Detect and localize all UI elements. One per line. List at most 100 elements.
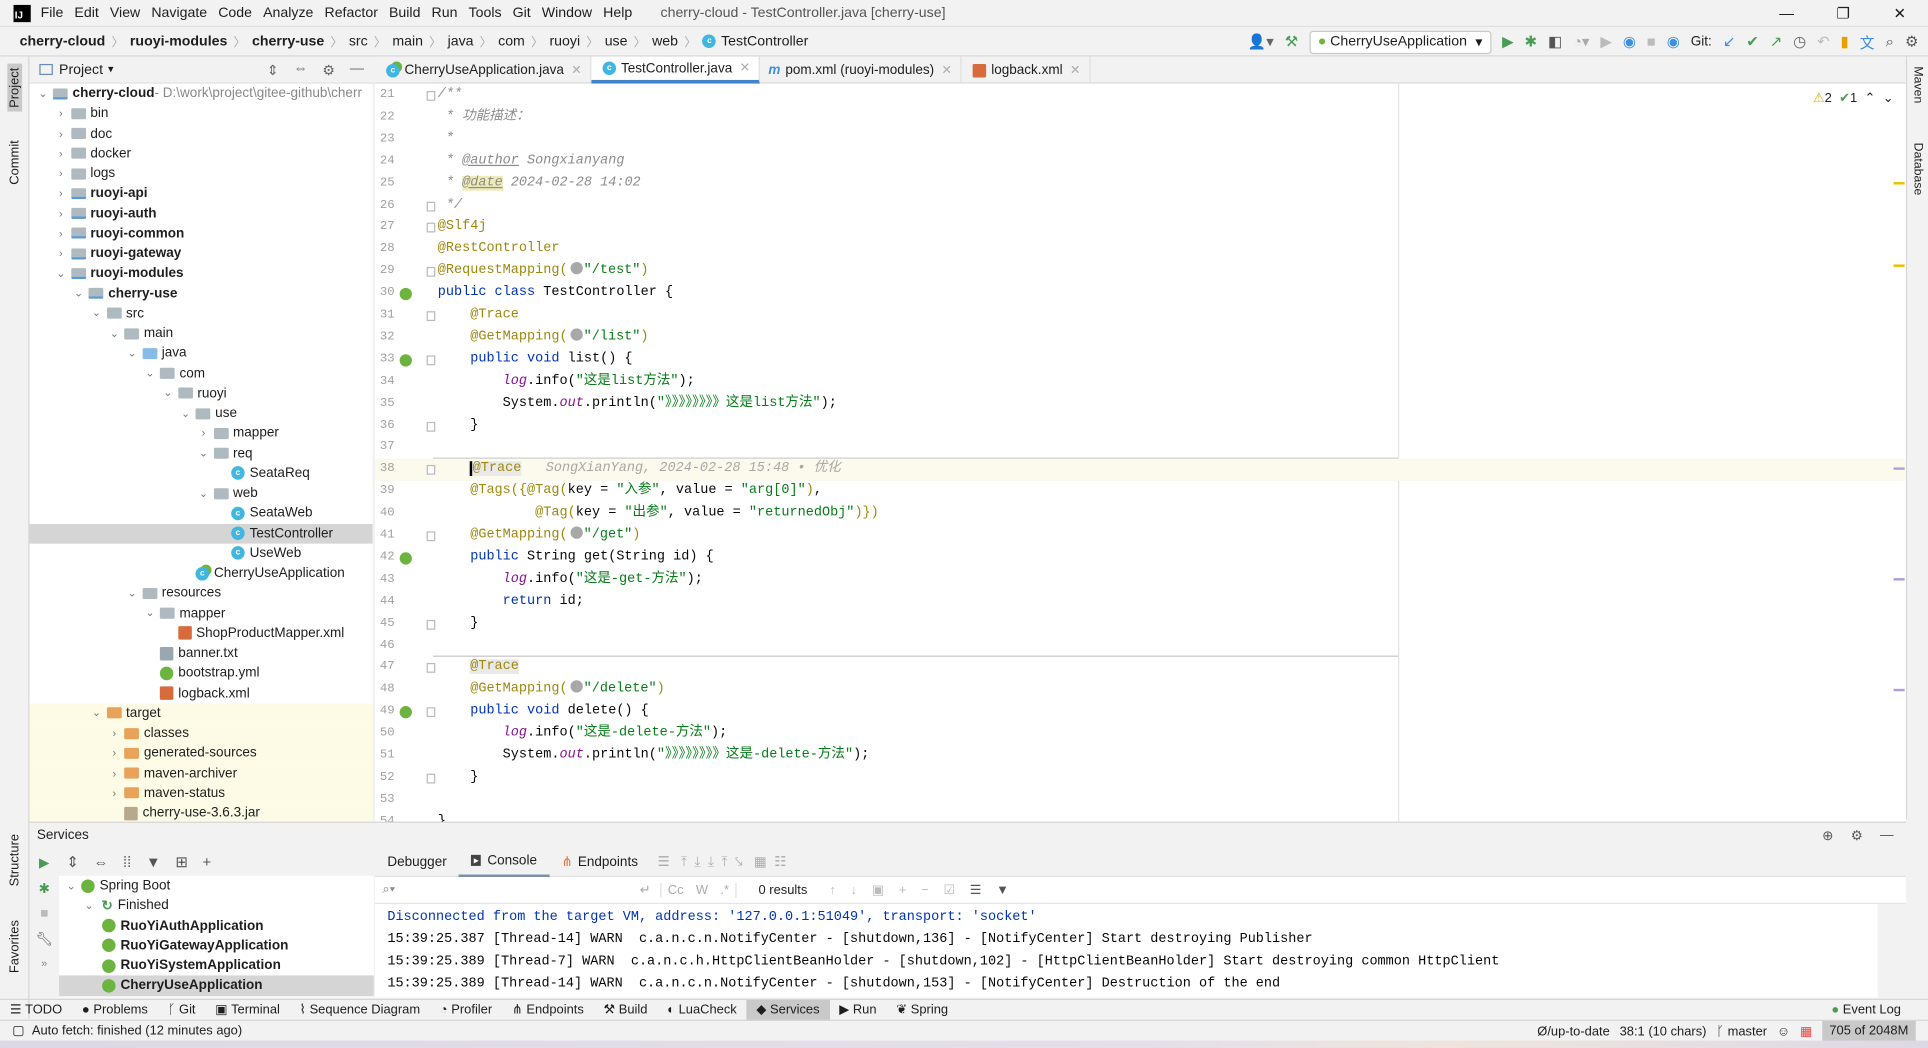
scrollbar-change-mark[interactable] [1893,688,1905,692]
tree-item[interactable]: banner.txt [30,643,373,663]
tree-item[interactable]: ⌄ cherry-use [30,284,373,304]
gear-icon[interactable]: ⚙ [1905,33,1918,50]
tool-tab-git[interactable]: ᚴ Git [158,999,206,1020]
line-number[interactable]: 43 [377,569,395,591]
service-item[interactable]: RuoYiAuthApplication [59,916,374,936]
breadcrumb-item[interactable]: ruoyi [549,34,580,49]
words-toggle[interactable]: W [690,883,714,898]
scrollbar-change-mark[interactable] [1893,467,1905,470]
line-number[interactable]: 29 [377,261,395,283]
code-editor[interactable]: 21/** 22 * 功能描述： 23 * 24 * @author Songxian… [375,83,1906,822]
fold-marker-icon[interactable] [426,421,436,432]
tool-tab-endpoints[interactable]: ⋔ Endpoints [502,999,594,1020]
inspection-widget[interactable]: ⚠2 ✔1 ⌃ ⌄ [1813,91,1894,106]
editor-tab[interactable]: logback.xml ✕ [962,56,1091,84]
line-number[interactable]: 41 [377,525,395,547]
line-number[interactable]: 21 [377,85,395,107]
chevron-right-icon[interactable]: › [107,727,122,739]
menu-run[interactable]: Run [432,6,458,21]
new-tab-icon[interactable]: ⊞ [175,853,187,870]
line-number[interactable]: 25 [377,173,395,195]
tab-console[interactable]: ▸ Console [459,847,550,877]
tree-item[interactable]: c CherryUseApplication [30,563,373,583]
tree-item[interactable]: › ruoyi-api [30,184,373,204]
chevron-down-icon[interactable]: ⌄ [143,367,158,381]
chevron-down-icon[interactable]: ⌄ [89,307,104,321]
regex-toggle[interactable]: .* [714,882,737,898]
run-icon[interactable]: ▶ [39,855,49,871]
chevron-right-icon[interactable]: › [196,427,211,439]
tree-item[interactable]: › generated-sources [29,743,373,764]
line-number[interactable]: 35 [377,393,395,415]
web-endpoint-icon[interactable] [570,328,583,341]
editor-tab[interactable]: m pom.xml (ruoyi-modules) ✕ [760,56,962,84]
line-number[interactable]: 28 [377,239,395,261]
tree-item[interactable]: › doc [30,124,373,144]
line-number[interactable]: 53 [377,789,395,811]
add-service-icon[interactable]: + [202,853,211,870]
tool-tab-services[interactable]: ◆ Services [746,999,830,1021]
menu-view[interactable]: View [110,6,140,21]
line-number[interactable]: 34 [377,371,395,393]
tree-item[interactable]: ⌄ req [30,443,373,463]
line-number[interactable]: 27 [377,217,395,239]
history-icon[interactable]: ◷ [1793,33,1806,50]
line-number[interactable]: 37 [377,437,395,459]
run-disabled-icon[interactable]: ▶ [1600,33,1611,50]
tree-item[interactable]: › maven-status [29,783,373,804]
menu-edit[interactable]: Edit [74,6,98,21]
regex-return-icon[interactable]: ↵ [630,882,662,898]
fold-marker-icon[interactable] [426,355,436,366]
search-icon[interactable]: ⌕ [1886,33,1894,51]
line-number[interactable]: 40 [377,503,395,525]
line-number[interactable]: 47 [377,657,395,679]
tab-endpoints[interactable]: ⋔ Endpoints [549,847,650,877]
chevron-down-icon[interactable]: ⌄ [64,879,79,893]
chevron-right-icon[interactable]: › [53,187,68,199]
tree-item[interactable]: ⌄ cherry-cloud - D:\work\project\gitee-gi… [30,84,373,104]
chevron-down-icon[interactable]: ⌄ [125,347,140,361]
tree-item[interactable]: bootstrap.yml [30,663,373,683]
breadcrumb-item[interactable]: com [498,34,525,49]
event-log-button[interactable]: ● Event Log [1821,999,1910,1020]
close-tab-icon[interactable]: ✕ [571,63,581,77]
project-tool-button[interactable]: Project [7,63,23,112]
stop-icon[interactable]: ■ [40,907,48,922]
filter-options-icon[interactable]: ☰ [970,883,982,898]
line-number[interactable]: 45 [377,613,395,635]
close-tab-icon[interactable]: ✕ [942,63,952,77]
spring-bean-icon[interactable] [399,287,412,301]
menu-window[interactable]: Window [542,6,592,21]
tool-tab-luacheck[interactable]: ◐ LuaCheck [657,999,746,1020]
line-number[interactable]: 54 [377,811,395,822]
tree-item[interactable]: c SeataWeb [30,503,373,523]
line-number[interactable]: 23 [377,129,395,151]
tool-tab-problems[interactable]: ● Problems [72,999,158,1020]
database-tool-button[interactable]: Database [1911,143,1925,196]
chevron-down-icon[interactable]: ⌄ [196,487,211,501]
spring-bean-icon[interactable] [399,353,412,367]
gear-icon[interactable]: ⚙ [322,61,335,78]
breadcrumb-item[interactable]: java [448,34,474,49]
fold-marker-icon[interactable] [426,201,436,211]
plugin-icon[interactable]: ◉ [1667,33,1680,50]
chevron-down-icon[interactable]: ⌄ [196,447,211,461]
line-number[interactable]: 52 [377,767,395,789]
chevron-right-icon[interactable]: › [53,167,68,179]
service-item[interactable]: RuoYiSystemApplication [59,956,374,976]
project-view-select[interactable]: Project [59,62,103,77]
spring-bean-icon[interactable] [399,706,412,719]
line-number[interactable]: 49 [377,701,395,723]
chevron-down-icon[interactable]: ⌄ [89,706,104,720]
breadcrumb-item[interactable]: main [392,34,423,49]
collapse-all-icon[interactable]: ⇔ [94,853,109,870]
match-case-toggle[interactable]: Cc [662,883,690,898]
fold-marker-icon[interactable] [426,773,436,784]
warning-count[interactable]: ⚠2 [1813,91,1832,106]
caret-position[interactable]: 38:1 (10 chars) [1620,1024,1707,1039]
fold-marker-icon[interactable] [426,663,436,674]
stop-icon[interactable]: ■ [1647,33,1656,50]
line-number[interactable]: 31 [377,305,395,327]
chevron-down-icon[interactable]: ⌄ [143,607,158,621]
group-icon[interactable]: ⁞⁞ [123,853,131,870]
